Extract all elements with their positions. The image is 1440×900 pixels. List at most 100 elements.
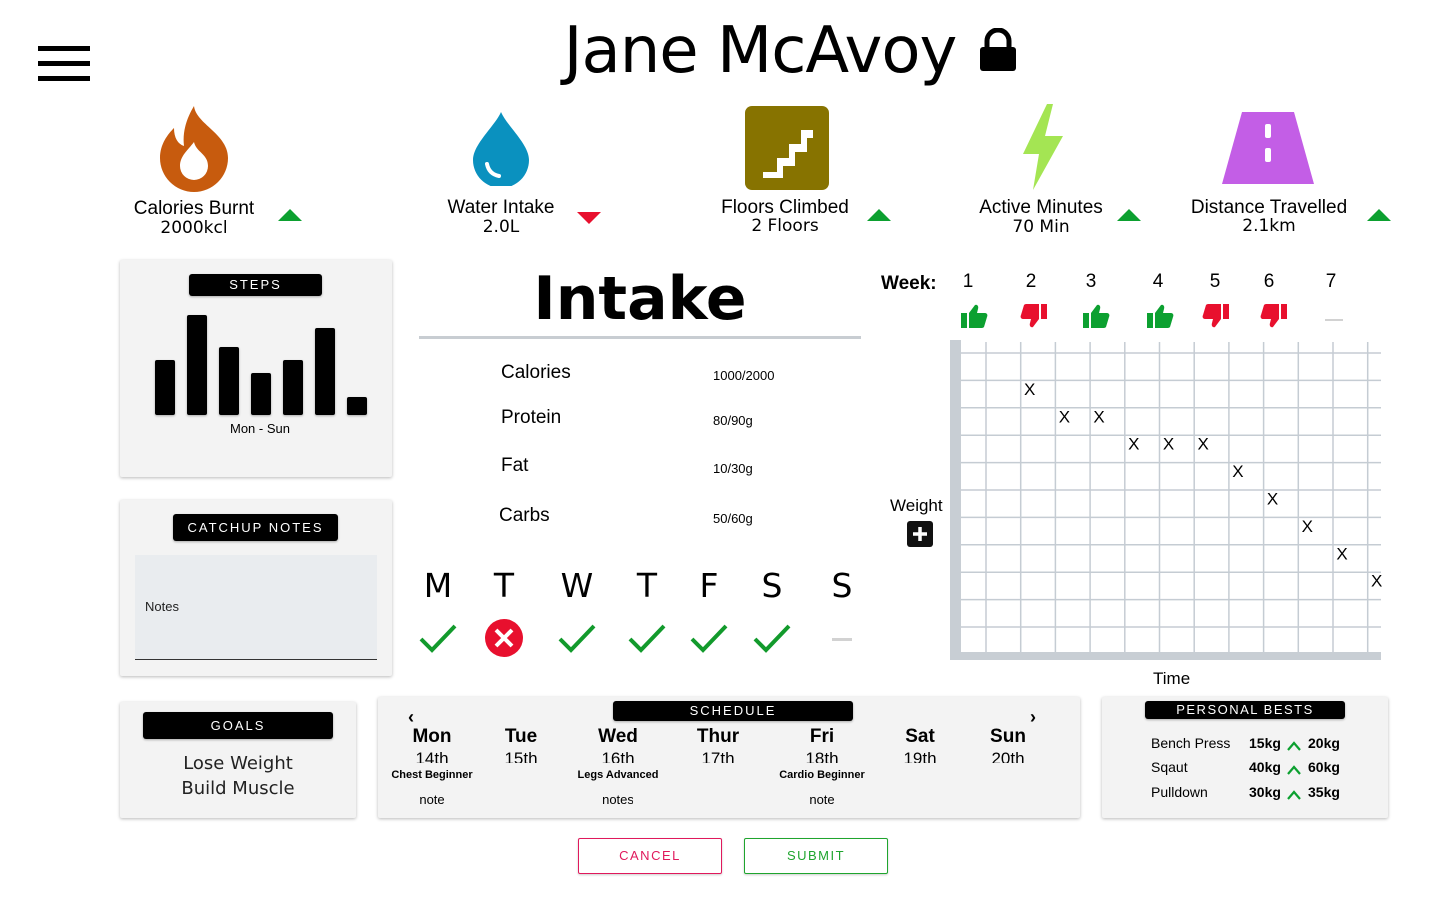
catchup-notes-card: CATCHUP NOTES Notes <box>120 500 392 676</box>
schedule-day[interactable]: Wed <box>563 726 673 748</box>
checkmark-icon <box>418 622 458 659</box>
weight-axis-label: Weight <box>890 496 943 515</box>
pb-to: 35kg <box>1308 784 1340 800</box>
week-number: 7 <box>1325 271 1337 292</box>
schedule-workout: Legs Advanced <box>577 769 659 781</box>
stat-value: 2000kcl <box>160 218 228 238</box>
chevron-up-icon <box>1287 762 1301 780</box>
plus-icon <box>913 527 927 541</box>
day-letter: T <box>493 566 515 605</box>
thumbs-up-icon <box>960 303 988 334</box>
notes-field[interactable]: Notes <box>135 555 377 660</box>
pb-from: 15kg <box>1249 735 1281 751</box>
schedule-note[interactable]: note <box>416 792 448 807</box>
steps-bar <box>187 315 207 415</box>
checkmark-icon <box>627 622 667 659</box>
chevron-right-icon: › <box>1030 707 1036 727</box>
schedule-day[interactable]: Thur <box>663 726 773 748</box>
steps-bar-chart <box>155 310 370 415</box>
weight-point: X <box>1336 544 1347 563</box>
weight-point: X <box>1198 435 1209 454</box>
checkmark-icon <box>752 622 792 659</box>
week-number: 6 <box>1263 271 1275 292</box>
intake-divider <box>419 336 861 339</box>
weight-point: X <box>1163 435 1174 454</box>
schedule-date: 16th <box>601 749 635 763</box>
trend-up-icon <box>1366 207 1392 228</box>
trend-down-icon <box>576 210 602 231</box>
schedule-workout: Cardio Beginner <box>779 769 865 781</box>
pb-exercise: Pulldown <box>1151 784 1208 800</box>
schedule-workout: Chest Beginner <box>391 769 473 781</box>
weight-point: X <box>1302 517 1313 536</box>
weight-chart: X X X X X X X X X X X <box>950 340 1382 660</box>
chevron-up-icon <box>1287 787 1301 805</box>
steps-caption: Mon - Sun <box>230 421 290 436</box>
pb-from: 30kg <box>1249 784 1281 800</box>
add-weight-button[interactable] <box>907 521 933 547</box>
stat-label: Calories Burnt <box>133 198 255 219</box>
pb-from: 40kg <box>1249 759 1281 775</box>
intake-value: 10/30g <box>713 461 753 476</box>
intake-label: Fat <box>501 455 529 476</box>
submit-label: SUBMIT <box>786 848 846 863</box>
thumbs-up-icon <box>1146 303 1174 334</box>
schedule-date: 18th <box>805 749 839 763</box>
trend-up-icon <box>866 207 892 228</box>
cancel-button[interactable]: CANCEL <box>578 838 722 874</box>
steps-bar <box>315 328 335 415</box>
stairs-icon <box>745 106 829 195</box>
intake-value: 1000/2000 <box>713 368 775 383</box>
weight-point: X <box>1267 489 1278 508</box>
week-label: Week: <box>881 273 937 294</box>
week-number: 2 <box>1025 271 1037 292</box>
schedule-date: 17th <box>701 749 735 763</box>
day-letter: F <box>699 566 719 605</box>
chevron-left-icon: ‹ <box>408 707 414 727</box>
schedule-day[interactable]: Sun <box>953 726 1063 748</box>
schedule-note[interactable]: notes <box>602 792 633 807</box>
water-drop-icon <box>471 110 531 191</box>
steps-bar <box>219 347 239 415</box>
schedule-note[interactable]: note <box>806 792 838 807</box>
day-letter: S <box>831 566 853 605</box>
schedule-date: 15th <box>504 749 538 763</box>
weight-point: X <box>1128 435 1139 454</box>
pending-dash-icon <box>822 622 862 659</box>
thumbs-down-icon <box>1020 303 1048 334</box>
next-week-button[interactable]: › <box>1030 707 1036 728</box>
personal-bests-card: PERSONAL BESTS Bench Press 15kg 20kg Sqaut 4… <box>1102 697 1388 818</box>
weight-point: X <box>1371 572 1382 591</box>
day-letter: W <box>560 566 594 605</box>
steps-title: STEPS <box>189 274 322 296</box>
intake-label: Protein <box>501 407 562 428</box>
submit-button[interactable]: SUBMIT <box>744 838 888 874</box>
schedule-day[interactable]: Tue <box>466 726 576 748</box>
hamburger-menu-icon[interactable] <box>38 46 92 84</box>
schedule-card: SCHEDULE ‹ › Mon 14th Chest Beginner note Tu… <box>378 697 1080 818</box>
road-icon <box>1220 110 1316 191</box>
page-title: Jane McAvoy <box>563 14 958 88</box>
trend-up-icon <box>1116 207 1142 228</box>
lightning-icon <box>1017 104 1065 195</box>
steps-bar <box>251 373 271 415</box>
schedule-title: SCHEDULE <box>613 701 853 721</box>
week-number: 1 <box>962 271 974 292</box>
schedule-day[interactable]: Fri <box>767 726 877 748</box>
week-number: 4 <box>1152 271 1164 292</box>
prev-week-button[interactable]: ‹ <box>408 707 414 728</box>
goal-item: Build Muscle <box>181 778 295 799</box>
intake-value: 80/90g <box>713 413 753 428</box>
schedule-date: 20th <box>991 749 1025 763</box>
steps-bar <box>283 360 303 415</box>
day-letter: S <box>761 566 783 605</box>
steps-bar <box>347 397 367 415</box>
pb-exercise: Sqaut <box>1151 759 1188 775</box>
goals-title: GOALS <box>143 712 333 739</box>
stat-value: 2 Floors <box>751 216 819 236</box>
week-number: 5 <box>1209 271 1221 292</box>
intake-value: 50/60g <box>713 511 753 526</box>
intake-title: Intake <box>533 264 747 334</box>
y-axis <box>950 340 961 659</box>
x-axis <box>950 652 1381 660</box>
